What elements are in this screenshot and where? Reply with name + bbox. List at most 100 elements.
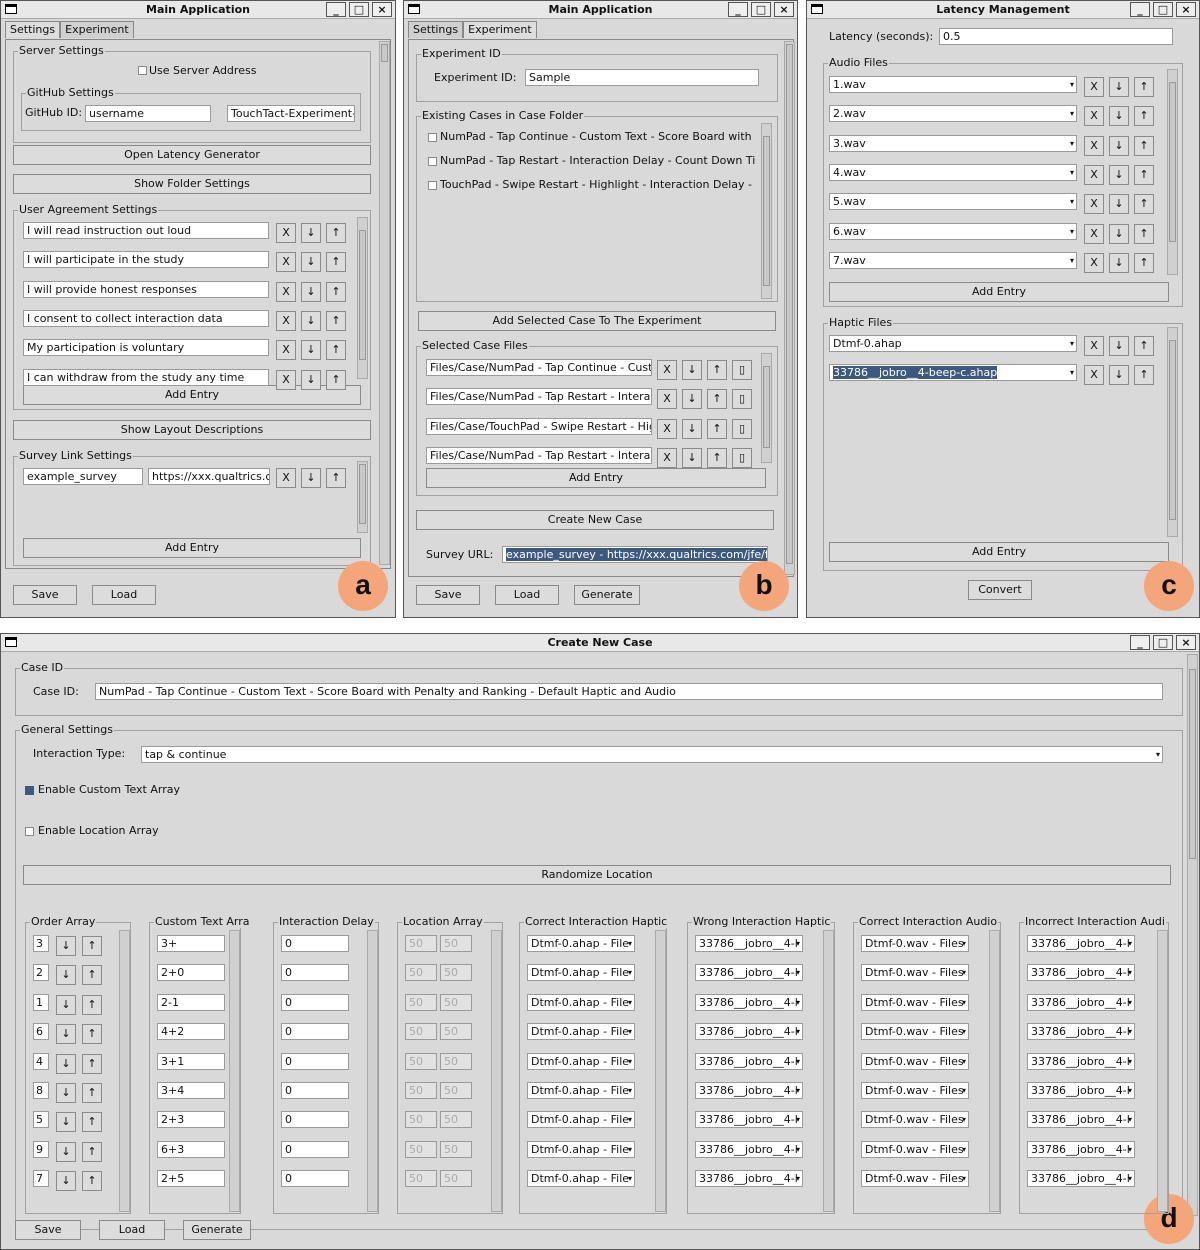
move-up-button[interactable]: ↑ (1134, 365, 1154, 386)
move-up-button[interactable]: ↑ (326, 340, 346, 361)
interaction-delay-input[interactable]: 0 (281, 1082, 349, 1099)
github-repo-input[interactable]: TouchTact-Experiment-C (227, 105, 355, 122)
scrollbar[interactable] (357, 217, 368, 379)
move-up-button[interactable]: ↑ (707, 447, 727, 468)
move-down-button[interactable]: ↓ (301, 340, 321, 361)
move-down-button[interactable]: ↓ (56, 1171, 76, 1192)
move-down-button[interactable]: ↓ (682, 418, 702, 439)
agreement-item-input[interactable]: My participation is voluntary (23, 339, 269, 357)
generate-button[interactable]: Generate (183, 1220, 251, 1240)
add-entry-button[interactable]: Add Entry (426, 468, 766, 488)
audio-file-select[interactable]: 7.wav ▾ (829, 251, 1077, 269)
move-up-button[interactable]: ↑ (1134, 252, 1154, 273)
move-up-button[interactable]: ↑ (326, 223, 346, 243)
minimize-button[interactable]: _ (1130, 635, 1150, 650)
maximize-button[interactable]: □ (1153, 635, 1173, 650)
file-select[interactable]: 33786__jobro__4-l ▾ (695, 1111, 803, 1129)
save-button[interactable]: Save (13, 585, 77, 605)
order-input[interactable]: 9 (33, 1140, 49, 1158)
scrollbar[interactable] (367, 930, 378, 1212)
custom-text-input[interactable]: 2+0 (157, 964, 225, 982)
move-up-button[interactable]: ↑ (326, 310, 346, 331)
move-down-button[interactable]: ↓ (301, 310, 321, 331)
open-latency-generator-button[interactable]: Open Latency Generator (13, 145, 371, 165)
move-down-button[interactable]: ↓ (56, 1024, 76, 1045)
scrollbar[interactable] (491, 930, 502, 1212)
file-select[interactable]: Dtmf-0.ahap - File ▾ (527, 964, 635, 982)
custom-text-input[interactable]: 2-1 (157, 993, 225, 1011)
latency-input[interactable]: 0.5 (939, 28, 1173, 45)
file-select[interactable]: 33786__jobro__4-l ▾ (695, 964, 803, 982)
delete-button[interactable]: X (1084, 194, 1104, 215)
audio-file-select[interactable]: 2.wav ▾ (829, 105, 1077, 123)
file-select[interactable]: 33786__jobro__4-l ▾ (695, 935, 803, 952)
file-select[interactable]: 33786__jobro__4-l ▾ (1027, 1052, 1135, 1070)
move-down-button[interactable]: ↓ (682, 360, 702, 380)
move-up-button[interactable]: ↑ (1134, 223, 1154, 244)
case-checkbox[interactable] (428, 133, 437, 142)
order-input[interactable]: 8 (33, 1082, 49, 1099)
convert-button[interactable]: Convert (968, 580, 1032, 600)
move-down-button[interactable]: ↓ (1109, 252, 1129, 273)
interaction-delay-input[interactable]: 0 (281, 993, 349, 1011)
scrollbar[interactable] (357, 461, 368, 533)
scrollbar[interactable] (655, 930, 666, 1212)
file-select[interactable]: 33786__jobro__4-l ▾ (695, 1170, 803, 1188)
case-file-input[interactable]: Files/Case/TouchPad - Swipe Restart - Hi… (426, 417, 652, 435)
move-up-button[interactable]: ↑ (707, 360, 727, 380)
delete-button[interactable]: X (1084, 77, 1104, 97)
maximize-button[interactable]: □ (1153, 2, 1173, 17)
haptic-file-select[interactable]: 33786__jobro__4-beep-c.ahap ▾ (829, 364, 1077, 382)
order-input[interactable]: 2 (33, 964, 49, 982)
move-down-button[interactable]: ↓ (1109, 194, 1129, 215)
move-up-button[interactable]: ↑ (82, 1053, 102, 1074)
interaction-delay-input[interactable]: 0 (281, 1170, 349, 1188)
scrollbar[interactable] (989, 930, 1000, 1212)
order-input[interactable]: 5 (33, 1111, 49, 1129)
delete-button[interactable]: X (1084, 164, 1104, 185)
audio-file-select[interactable]: 1.wav ▾ (829, 76, 1077, 93)
show-layout-descriptions-button[interactable]: Show Layout Descriptions (13, 420, 371, 440)
move-down-button[interactable]: ↓ (301, 369, 321, 390)
file-select[interactable]: 33786__jobro__4-l ▾ (695, 993, 803, 1011)
move-down-button[interactable]: ↓ (682, 389, 702, 410)
audio-file-select[interactable]: 6.wav ▾ (829, 222, 1077, 240)
move-up-button[interactable]: ↑ (707, 418, 727, 439)
survey-url-input[interactable]: example_survey - https://xxx.qualtrics.c… (502, 546, 768, 563)
order-input[interactable]: 1 (33, 993, 49, 1011)
haptic-file-select[interactable]: Dtmf-0.ahap ▾ (829, 335, 1077, 352)
file-select[interactable]: Dtmf-0.ahap - File ▾ (527, 1023, 635, 1041)
file-select[interactable]: 33786__jobro__4-l ▾ (1027, 935, 1135, 952)
file-select[interactable]: 33786__jobro__4-l ▾ (1027, 993, 1135, 1011)
move-up-button[interactable]: ↑ (82, 936, 102, 956)
move-down-button[interactable]: ↓ (1109, 336, 1129, 356)
move-down-button[interactable]: ↓ (1109, 223, 1129, 244)
case-file-input[interactable]: Files/Case/NumPad - Tap Continue - Custo… (426, 359, 652, 376)
delete-button[interactable]: X (1084, 252, 1104, 273)
remove-file-button[interactable]: ▯ (732, 389, 752, 410)
custom-text-input[interactable]: 3+4 (157, 1082, 225, 1099)
file-select[interactable]: Dtmf-0.ahap - File ▾ (527, 1170, 635, 1188)
interaction-type-select[interactable]: tap & continue ▾ (141, 746, 1163, 763)
remove-file-button[interactable]: ▯ (732, 447, 752, 468)
move-up-button[interactable]: ↑ (326, 369, 346, 390)
move-down-button[interactable]: ↓ (301, 223, 321, 243)
file-select[interactable]: 33786__jobro__4-l ▾ (1027, 964, 1135, 982)
move-down-button[interactable]: ↓ (301, 468, 321, 488)
order-input[interactable]: 3 (33, 935, 49, 952)
move-up-button[interactable]: ↑ (82, 965, 102, 986)
move-down-button[interactable]: ↓ (682, 447, 702, 468)
audio-file-select[interactable]: 5.wav ▾ (829, 193, 1077, 211)
survey-url-input[interactable]: https://xxx.qualtrics.con (148, 468, 270, 485)
scrollbar[interactable] (119, 930, 130, 1212)
save-button[interactable]: Save (416, 585, 480, 605)
delete-button[interactable]: X (276, 281, 296, 302)
load-button[interactable]: Load (495, 585, 559, 605)
move-down-button[interactable]: ↓ (301, 281, 321, 302)
tab-settings[interactable]: Settings (5, 21, 61, 38)
move-up-button[interactable]: ↑ (1134, 77, 1154, 97)
file-select[interactable]: Dtmf-0.ahap - File ▾ (527, 1140, 635, 1158)
scrollbar[interactable] (761, 123, 772, 299)
delete-button[interactable]: X (276, 223, 296, 243)
scrollbar[interactable] (1167, 69, 1178, 275)
